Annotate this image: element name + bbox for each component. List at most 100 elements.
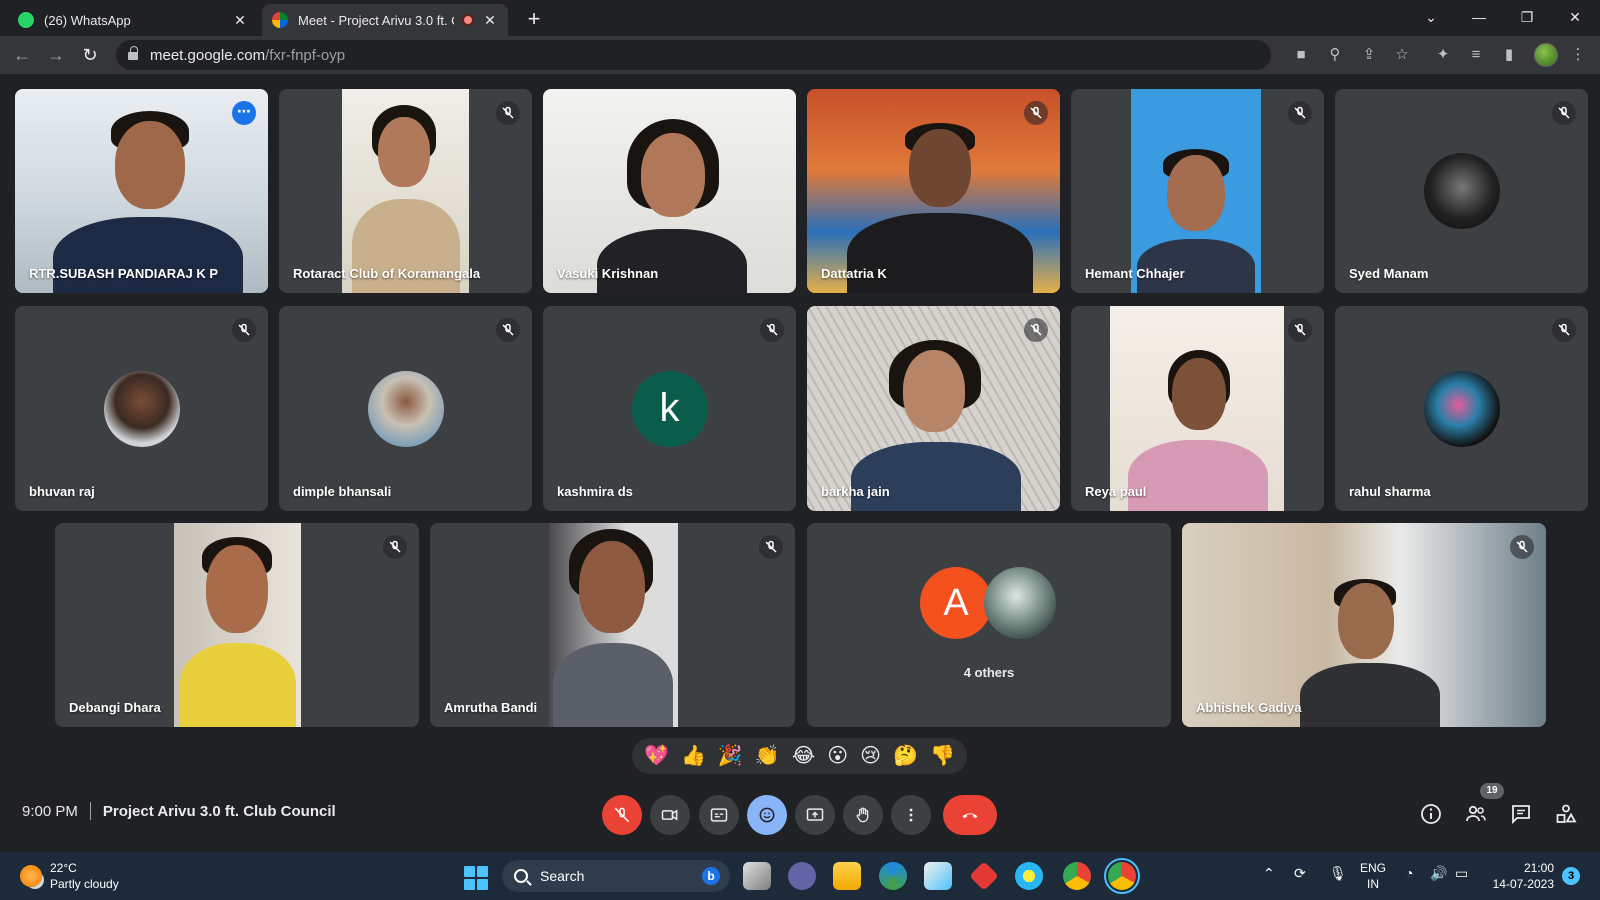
- camera-permission-icon[interactable]: ■: [1290, 44, 1312, 66]
- participant-name: barkha jain: [821, 484, 890, 499]
- volume-icon[interactable]: 🔊: [1430, 865, 1447, 882]
- send-reaction-button[interactable]: [747, 795, 787, 835]
- share-icon[interactable]: ⇪: [1358, 44, 1380, 66]
- zoom-icon[interactable]: ⚲: [1324, 44, 1346, 66]
- reaction-laugh[interactable]: 😂: [792, 744, 815, 768]
- participant-name: Debangi Dhara: [69, 700, 161, 715]
- mic-toggle-button[interactable]: [602, 795, 642, 835]
- chrome-active-icon[interactable]: [1104, 858, 1140, 894]
- participant-tile[interactable]: Vasuki Krishnan: [543, 89, 796, 293]
- bing-icon[interactable]: b: [702, 867, 720, 885]
- people-icon[interactable]: [1463, 802, 1489, 828]
- tab-search-chevron-icon[interactable]: ⌄: [1408, 0, 1454, 34]
- teams-chat-icon[interactable]: [788, 862, 816, 890]
- mic-off-icon: [1288, 318, 1312, 342]
- leave-call-button[interactable]: [943, 795, 997, 835]
- mic-off-icon: [760, 318, 784, 342]
- media-controls-icon[interactable]: ≡: [1465, 44, 1487, 66]
- participant-video: [1131, 89, 1261, 293]
- more-options-icon[interactable]: ⋯: [232, 101, 256, 125]
- extensions-puzzle-icon[interactable]: ✦: [1432, 44, 1454, 66]
- participant-tile[interactable]: Syed Manam: [1335, 89, 1588, 293]
- task-view-icon[interactable]: [743, 862, 771, 890]
- participant-tile[interactable]: ⋯ RTR.SUBASH PANDIARAJ K P: [15, 89, 268, 293]
- minimize-button[interactable]: —: [1456, 0, 1502, 34]
- present-screen-button[interactable]: [795, 795, 835, 835]
- chrome-icon[interactable]: [1063, 862, 1091, 890]
- new-tab-button[interactable]: +: [520, 6, 548, 34]
- participant-avatar-letter: k: [631, 370, 708, 447]
- edge-browser-icon[interactable]: [879, 862, 907, 890]
- bookmark-star-icon[interactable]: ☆: [1391, 44, 1413, 66]
- reaction-thumbs-up[interactable]: 👍: [681, 744, 706, 768]
- side-panel-icon[interactable]: ▮: [1498, 44, 1520, 66]
- mic-off-icon: [1024, 101, 1048, 125]
- close-tab-icon[interactable]: ✕: [482, 12, 498, 29]
- participant-tile[interactable]: rahul sharma: [1335, 306, 1588, 511]
- microsoft-store-icon[interactable]: [924, 862, 952, 890]
- others-tile[interactable]: A 4 others: [807, 523, 1171, 727]
- helper-app-icon[interactable]: [1015, 862, 1043, 890]
- camera-toggle-button[interactable]: [650, 795, 690, 835]
- microphone-tray-icon[interactable]: 🎙: [1329, 865, 1347, 882]
- profile-avatar[interactable]: [1534, 43, 1558, 67]
- address-bar[interactable]: meet.google.com/fxr-fnpf-oyp: [116, 40, 1271, 70]
- anydesk-icon[interactable]: [969, 861, 999, 891]
- meeting-details-icon[interactable]: [1418, 802, 1444, 828]
- reaction-clap[interactable]: 👏: [755, 744, 780, 768]
- tab-whatsapp[interactable]: (26) WhatsApp ✕: [8, 4, 258, 36]
- participant-avatar: [1423, 370, 1500, 447]
- reaction-surprised[interactable]: 😮: [827, 744, 848, 768]
- participant-tile[interactable]: barkha jain: [807, 306, 1060, 511]
- participant-tile[interactable]: Rotaract Club of Koramangala: [279, 89, 532, 293]
- battery-icon[interactable]: ▭: [1455, 865, 1468, 882]
- participant-name: bhuvan raj: [29, 484, 95, 499]
- close-window-button[interactable]: ✕: [1552, 0, 1598, 34]
- taskbar-search[interactable]: Search b: [502, 860, 730, 892]
- tab-meet[interactable]: Meet - Project Arivu 3.0 ft. Cl ✕: [262, 4, 508, 36]
- more-options-button[interactable]: [891, 795, 931, 835]
- clock-date: 14-07-2023: [1492, 877, 1554, 891]
- participant-tile[interactable]: bhuvan raj: [15, 306, 268, 511]
- maximize-button[interactable]: ❐: [1504, 0, 1550, 34]
- forward-button[interactable]: →: [42, 41, 70, 69]
- reaction-party[interactable]: 🎉: [718, 744, 743, 768]
- participant-video: [342, 89, 469, 293]
- system-clock[interactable]: 21:00 14-07-2023: [1484, 860, 1554, 892]
- end-call-icon: [962, 813, 978, 819]
- participant-tile[interactable]: dimple bhansali: [279, 306, 532, 511]
- windows-start-icon[interactable]: [464, 866, 488, 890]
- participant-name: Reya paul: [1085, 484, 1147, 499]
- show-hidden-icons-chevron-icon[interactable]: ⌃: [1263, 865, 1275, 882]
- sync-icon[interactable]: ⟳: [1294, 865, 1306, 882]
- weather-widget[interactable]: 22°C Partly cloudy: [20, 860, 119, 892]
- participant-tile[interactable]: Debangi Dhara: [55, 523, 419, 727]
- reaction-thumbs-down[interactable]: 👎: [930, 744, 955, 768]
- browser-menu-icon[interactable]: ⋮: [1567, 44, 1589, 66]
- participant-tile[interactable]: Amrutha Bandi: [430, 523, 795, 727]
- participant-video: [174, 523, 301, 727]
- captions-button[interactable]: [699, 795, 739, 835]
- chat-icon[interactable]: [1508, 802, 1534, 828]
- file-explorer-icon[interactable]: [833, 862, 861, 890]
- participant-tile[interactable]: Abhishek Gadiya: [1182, 523, 1546, 727]
- close-tab-icon[interactable]: ✕: [232, 12, 248, 29]
- url-host: meet.google.com: [150, 46, 266, 64]
- activities-icon[interactable]: [1553, 802, 1579, 828]
- raise-hand-button[interactable]: [843, 795, 883, 835]
- reload-button[interactable]: ↻: [76, 41, 104, 69]
- participant-tile[interactable]: Hemant Chhajer: [1071, 89, 1324, 293]
- recording-indicator-icon: [462, 14, 474, 26]
- participant-video: [1182, 523, 1546, 727]
- reaction-thinking[interactable]: 🤔: [893, 744, 918, 768]
- reaction-sad[interactable]: 😢: [860, 744, 881, 768]
- participant-tile[interactable]: Dattatria K: [807, 89, 1060, 293]
- participant-tile[interactable]: k kashmira ds: [543, 306, 796, 511]
- notification-badge[interactable]: 3: [1562, 867, 1580, 885]
- reaction-heart[interactable]: 💖: [644, 744, 669, 768]
- language-indicator[interactable]: ENG IN: [1360, 860, 1386, 892]
- wifi-icon[interactable]: ◔: [1405, 865, 1413, 881]
- back-button[interactable]: ←: [8, 41, 36, 69]
- partly-cloudy-icon: [20, 865, 42, 887]
- participant-tile[interactable]: Reya paul: [1071, 306, 1324, 511]
